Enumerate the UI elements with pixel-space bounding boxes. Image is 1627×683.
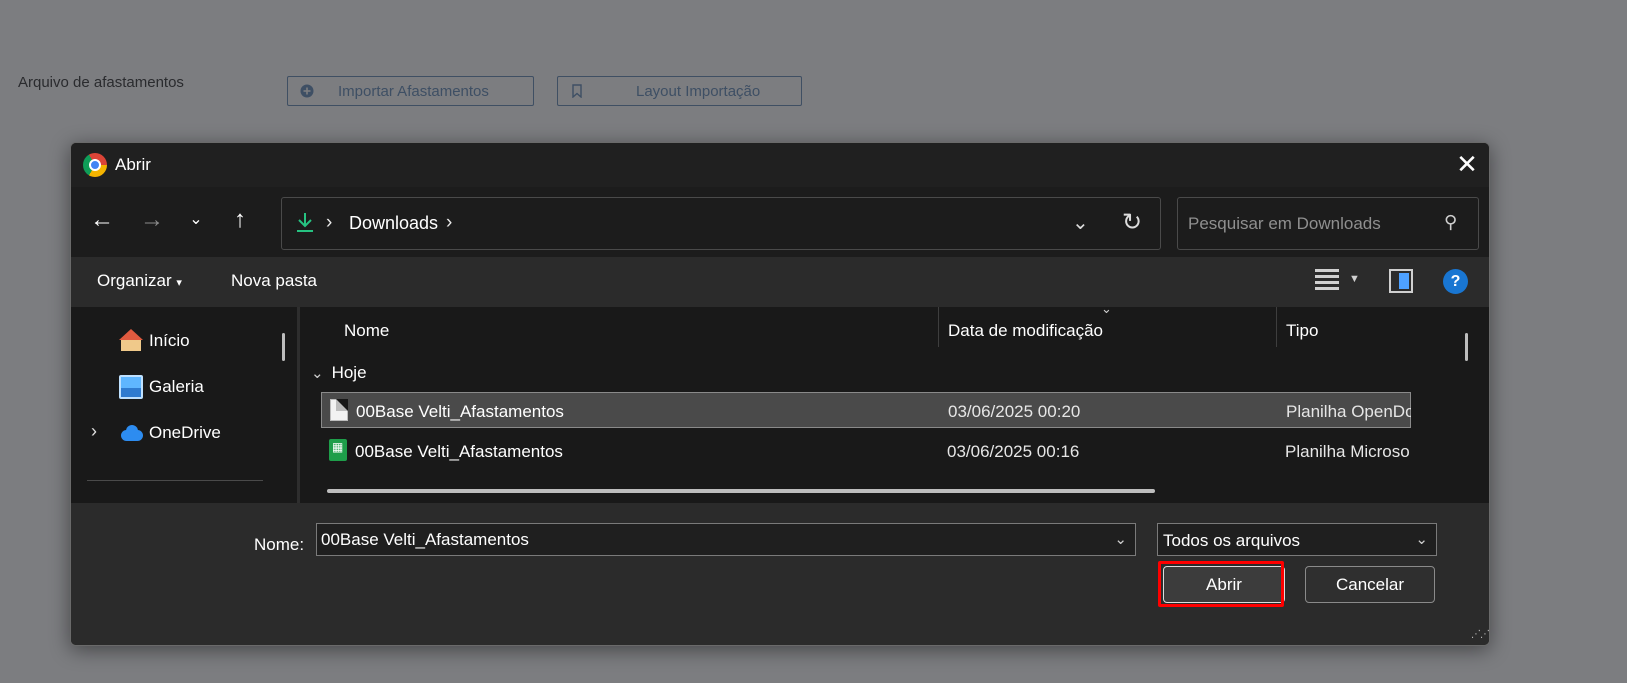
import-button-label: Importar Afastamentos <box>338 82 489 100</box>
nav-scrollbar[interactable] <box>282 333 285 361</box>
nav-item-gallery[interactable]: Galeria <box>71 367 281 407</box>
refresh-icon[interactable]: ↻ <box>1122 208 1142 237</box>
xlsx-file-icon <box>329 439 347 461</box>
dialog-title: Abrir <box>115 155 151 174</box>
chevron-right-icon[interactable]: › <box>91 421 97 442</box>
recent-locations-chevron-icon[interactable]: ⌄ <box>179 204 213 238</box>
file-name-combobox[interactable]: ⌄ <box>316 523 1136 556</box>
file-type: Planilha OpenDo <box>1286 402 1411 421</box>
pane-splitter[interactable] <box>297 307 300 503</box>
horizontal-scrollbar[interactable] <box>327 489 1155 493</box>
organize-label: Organizar <box>97 271 172 290</box>
file-name: 00Base Velti_Afastamentos <box>355 442 563 461</box>
ods-file-icon <box>330 399 348 421</box>
search-input[interactable] <box>1188 212 1428 236</box>
cancel-button[interactable]: Cancelar <box>1305 566 1435 603</box>
group-header-today[interactable]: ⌄ Hoje <box>311 363 367 383</box>
file-row[interactable]: 00Base Velti_Afastamentos 03/06/2025 00:… <box>321 433 1411 469</box>
navigation-pane: Início Galeria › OneDrive <box>71 307 301 503</box>
caret-down-icon: ▾ <box>176 277 182 289</box>
up-arrow-icon[interactable]: ↑ <box>223 204 257 238</box>
file-row[interactable]: 00Base Velti_Afastamentos 03/06/2025 00:… <box>321 392 1411 428</box>
layout-button-label: Layout Importação <box>636 82 761 100</box>
divider <box>87 480 263 481</box>
file-date: 03/06/2025 00:16 <box>947 442 1080 461</box>
plus-circle-icon <box>300 84 314 98</box>
file-list: Nome ⌄ Data de modificação Tipo ⌄ Hoje 00… <box>301 301 1489 503</box>
file-name-input[interactable] <box>321 530 1091 550</box>
file-name: 00Base Velti_Afastamentos <box>356 402 564 421</box>
chevron-down-icon[interactable]: ⌄ <box>1114 530 1127 548</box>
nav-item-label: Início <box>149 331 190 350</box>
back-arrow-icon[interactable]: ← <box>85 204 119 238</box>
home-icon <box>119 329 143 353</box>
column-header-type[interactable]: Tipo <box>1286 321 1318 341</box>
column-divider[interactable] <box>1276 307 1277 347</box>
search-box[interactable]: ⚲ <box>1177 197 1479 250</box>
chevron-down-icon: ⌄ <box>311 365 324 382</box>
nav-item-onedrive[interactable]: › OneDrive <box>71 413 281 453</box>
file-type: Planilha Microso <box>1285 442 1410 461</box>
column-header-date[interactable]: Data de modificação <box>948 321 1103 341</box>
gallery-icon <box>119 375 143 399</box>
open-button[interactable]: Abrir <box>1163 566 1285 603</box>
sort-chevron-icon: ⌄ <box>1101 301 1112 316</box>
nav-item-home[interactable]: Início <box>71 321 281 361</box>
breadcrumb-downloads[interactable]: Downloads <box>349 213 438 234</box>
new-folder-button[interactable]: Nova pasta <box>231 271 317 291</box>
field-label: Arquivo de afastamentos <box>18 74 184 91</box>
column-divider[interactable] <box>938 307 939 347</box>
title-bar: Abrir ✕ <box>71 143 1489 187</box>
close-icon[interactable]: ✕ <box>1451 149 1483 181</box>
nav-item-label: OneDrive <box>149 423 221 442</box>
preview-pane-icon[interactable] <box>1389 269 1413 293</box>
resize-grip-icon[interactable]: ⋰⋰ <box>1471 629 1489 640</box>
file-name-label: Nome: <box>254 535 305 554</box>
help-icon[interactable]: ? <box>1443 269 1468 294</box>
forward-arrow-icon[interactable]: → <box>135 204 169 238</box>
dialog-footer: Nome: ⌄ Todos os arquivos ⌄ Abrir Cancel… <box>71 503 1489 645</box>
group-label: Hoje <box>331 363 367 382</box>
chrome-icon <box>83 153 107 177</box>
breadcrumb-separator[interactable]: › <box>446 212 452 234</box>
search-icon[interactable]: ⚲ <box>1444 212 1457 233</box>
navigation-bar: ← → ⌄ ↑ › Downloads › ⌄ ↻ ⚲ <box>71 187 1489 257</box>
view-options-icon[interactable] <box>1315 269 1339 293</box>
chevron-down-icon: ⌄ <box>1415 531 1428 548</box>
import-button[interactable]: Importar Afastamentos <box>287 76 534 106</box>
bookmark-icon <box>570 84 584 99</box>
file-type-select[interactable]: Todos os arquivos ⌄ <box>1157 523 1437 556</box>
file-date: 03/06/2025 00:20 <box>948 402 1081 421</box>
column-header-name[interactable]: Nome <box>344 321 389 341</box>
breadcrumb-separator: › <box>326 212 333 233</box>
address-bar[interactable]: › Downloads › ⌄ ↻ <box>281 197 1161 250</box>
layout-button[interactable]: Layout Importação <box>557 76 802 106</box>
command-bar: Organizar ▾ Nova pasta ▼ ? <box>71 257 1489 307</box>
open-file-dialog: Abrir ✕ ← → ⌄ ↑ › Downloads › ⌄ ↻ ⚲ Orga… <box>70 142 1490 646</box>
content-area: Início Galeria › OneDrive Nome ⌄ Data de… <box>71 301 1489 503</box>
onedrive-icon <box>119 421 143 445</box>
vertical-scrollbar[interactable] <box>1465 333 1468 361</box>
address-dropdown-chevron-icon[interactable]: ⌄ <box>1072 210 1089 235</box>
organize-menu[interactable]: Organizar ▾ <box>97 271 182 291</box>
nav-item-label: Galeria <box>149 377 204 396</box>
file-type-value: Todos os arquivos <box>1163 531 1301 550</box>
download-icon <box>296 212 314 238</box>
caret-down-icon[interactable]: ▼ <box>1349 273 1360 285</box>
